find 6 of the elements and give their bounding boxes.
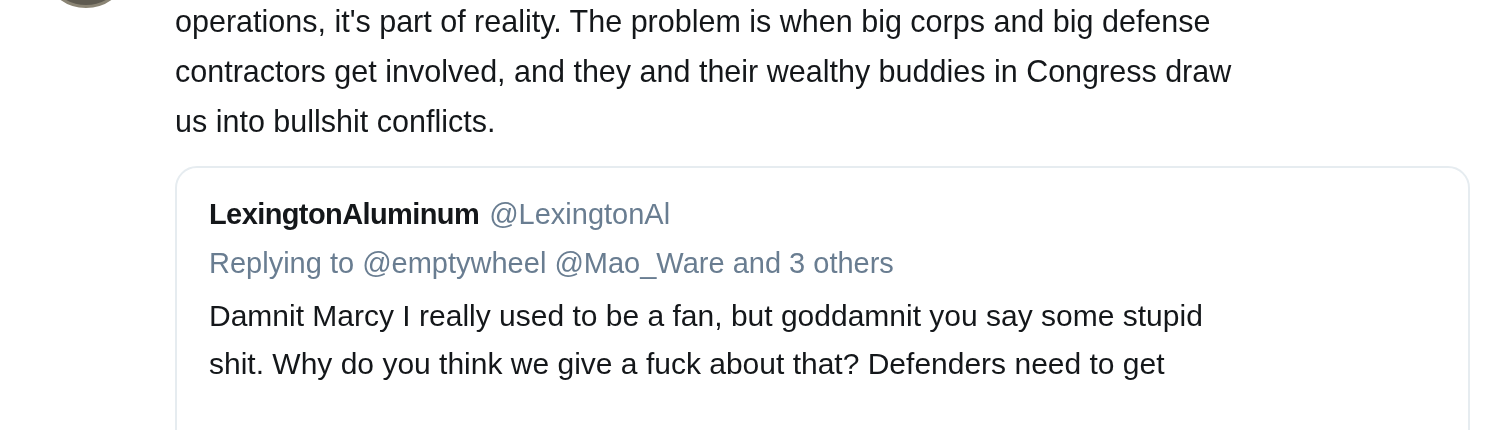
display-name: LexingtonAluminum xyxy=(209,198,480,231)
quoted-tweet-card[interactable] xyxy=(175,166,1470,430)
user-handle: @LexingtonAl xyxy=(489,198,671,231)
replying-to: Replying to @emptywheel @Mao_Ware and 3 others xyxy=(209,247,895,280)
tweet-text: operations, it's part of reality. The problem is when big corps and big defense contractors get involved, and they and their wealthy buddies in Congress draw us into bullshit conflicts. xyxy=(175,3,1233,140)
quoted-tweet-text: Damnit Marcy I really used to be a fan, but goddamnit you say some stupid shit. Why do you think we give a fuck about that? Defenders need to get xyxy=(209,298,1204,382)
